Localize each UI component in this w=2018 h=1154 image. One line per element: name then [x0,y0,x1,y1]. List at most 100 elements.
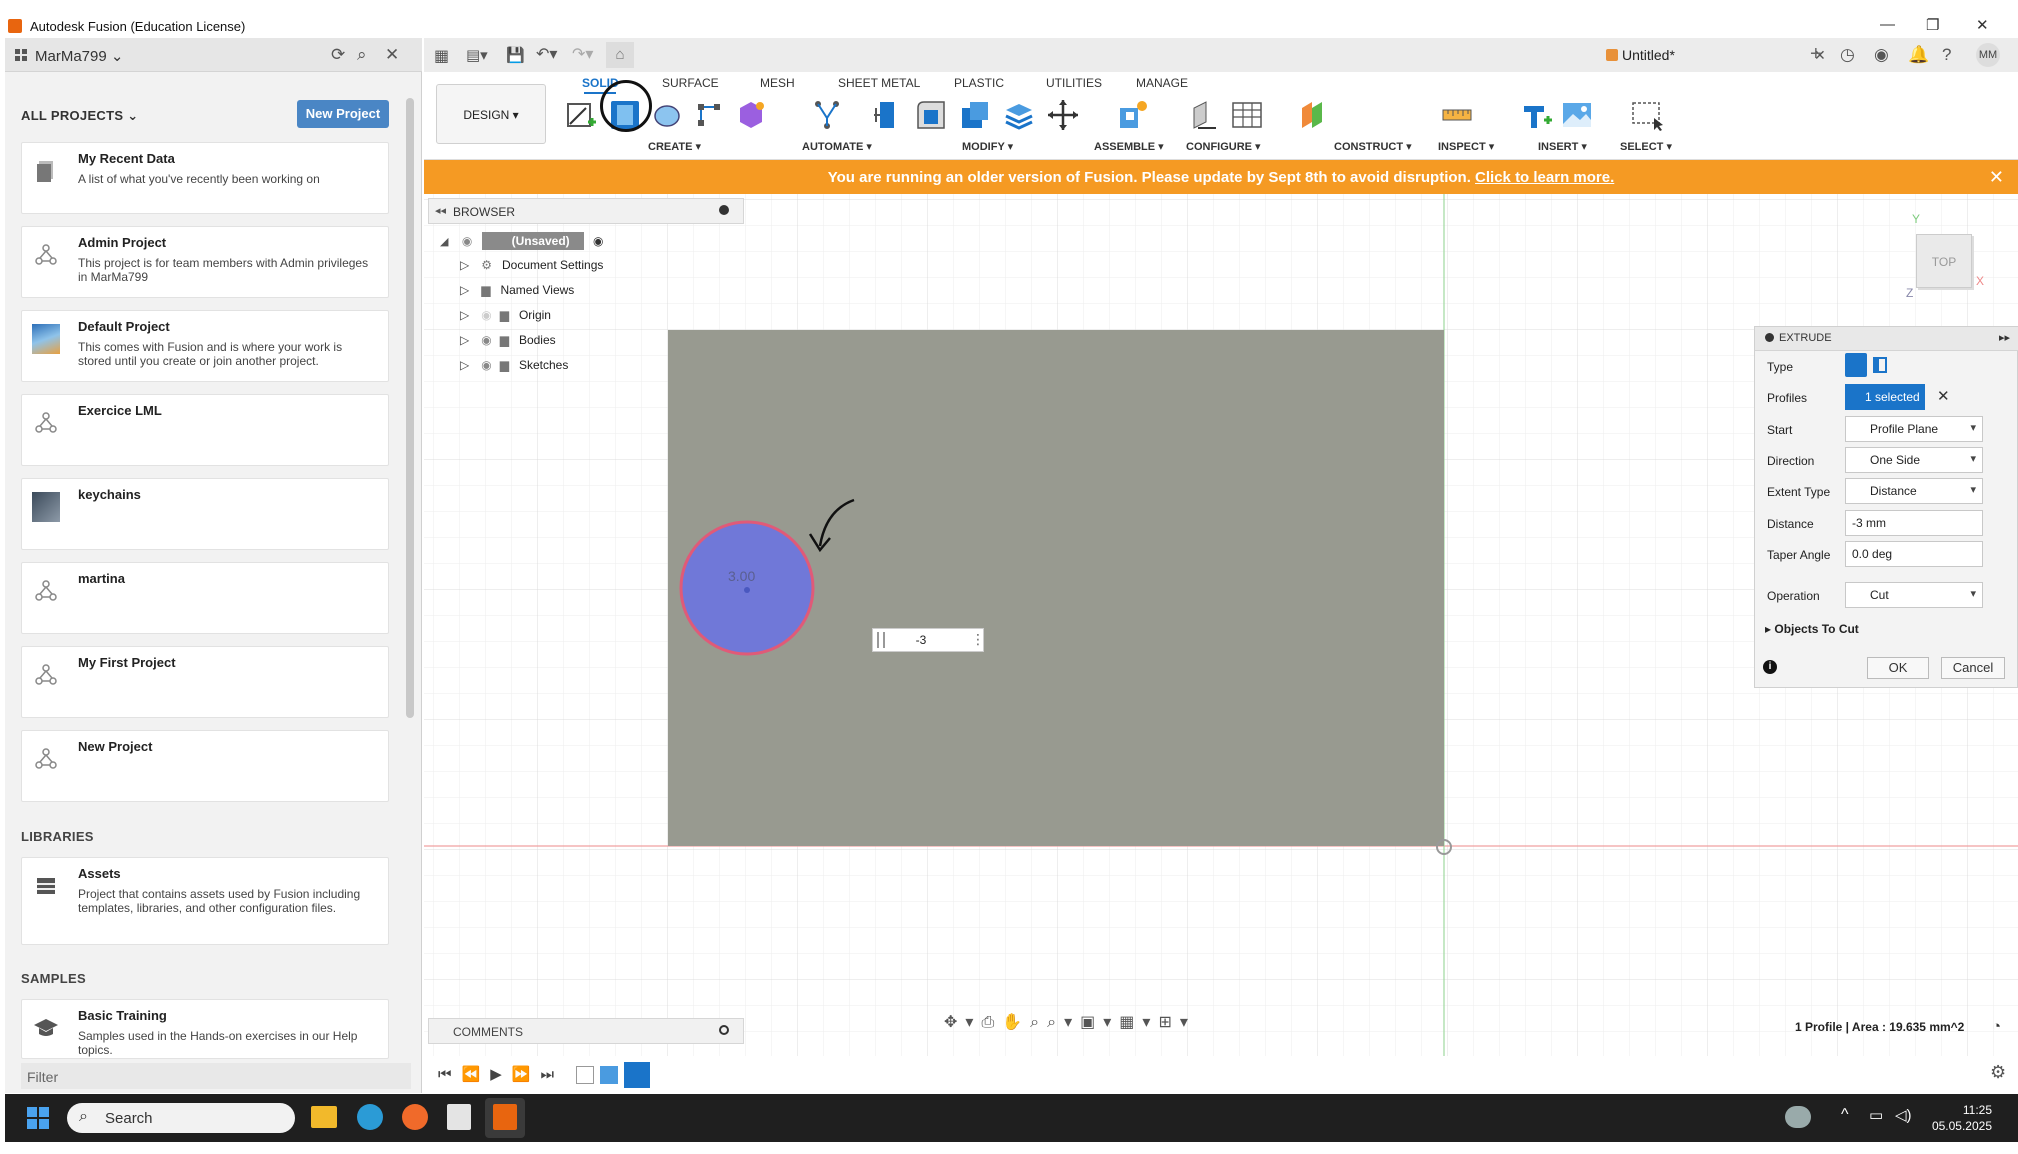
measure-icon[interactable] [1440,98,1474,132]
search-icon[interactable]: ⌕ [357,45,367,65]
browser-pin-icon[interactable] [719,205,729,215]
project-card[interactable]: keychains [21,478,389,550]
browser-item[interactable]: ▷ ⚙ Document Settings [460,258,603,272]
modify-group-label[interactable]: MODIFY ▾ [962,140,1013,153]
data-panel-scrollbar[interactable] [406,98,414,718]
pan-icon[interactable]: ✋ [1002,1014,1030,1031]
browser-root-row[interactable]: ◢ ◉ (Unsaved) ◉ [440,232,603,250]
assemble-group-label[interactable]: ASSEMBLE ▾ [1094,140,1164,153]
extent-type-dropdown[interactable]: Distance [1845,478,1983,504]
pattern-icon[interactable] [692,98,726,132]
type-thin-icon[interactable] [1873,357,1887,373]
origin-point[interactable] [1436,839,1452,855]
insert-group-label[interactable]: INSERT ▾ [1538,140,1587,153]
orbit-icon[interactable]: ✥▾ [944,1014,981,1031]
grid-menu-icon[interactable]: ▦ [434,46,449,66]
extensions-icon[interactable]: ◉ [1874,45,1889,65]
library-card-assets[interactable]: Assets Project that contains assets used… [21,857,389,945]
save-icon[interactable]: 💾 [506,46,525,64]
new-component-icon[interactable] [1116,98,1150,132]
browser-item[interactable]: ▷ ◉ ▆ Bodies [460,333,556,347]
start-dropdown[interactable]: Profile Plane [1845,416,1983,442]
project-card[interactable]: Exercice LML [21,394,389,466]
visibility-eye-icon[interactable]: ◉ [462,234,472,248]
combine-icon[interactable] [1002,98,1036,132]
automate-icon[interactable] [810,98,844,132]
dialog-pin-icon[interactable] [1765,333,1774,342]
refresh-icon[interactable]: ⟳ [331,45,345,65]
firefox-icon[interactable] [402,1104,428,1130]
configuration-table-icon[interactable] [1230,98,1264,132]
browser-item[interactable]: ▷ ▆ Named Views [460,283,574,297]
more-options-icon[interactable]: ⋮ [971,631,985,648]
restore-icon[interactable]: ❐ [1926,16,1939,34]
move-copy-icon[interactable] [1046,98,1080,132]
automate-group-label[interactable]: AUTOMATE ▾ [802,140,872,153]
user-hub-name[interactable]: MarMa799 ⌄ [35,47,123,65]
create-sketch-icon[interactable] [564,98,598,132]
minimize-icon[interactable]: — [1880,16,1895,33]
distance-field[interactable]: -3 mm [1845,510,1983,536]
project-card[interactable]: New Project [21,730,389,802]
select-group-label[interactable]: SELECT ▾ [1620,140,1672,153]
look-at-icon[interactable]: ⎙ [981,1014,1002,1031]
create-group-label[interactable]: CREATE ▾ [648,140,701,153]
next-step-icon[interactable]: ⏩ [512,1066,541,1083]
status-cursor-icon[interactable]: ◔ [1992,1018,2001,1035]
zoom-icon[interactable]: ⌕ [1030,1014,1047,1031]
last-step-icon[interactable]: ⏭ [540,1066,564,1083]
profiles-selection[interactable]: 1 selected [1845,384,1925,410]
project-card[interactable]: My Recent Data A list of what you've rece… [21,142,389,214]
taskbar-search[interactable]: ⌕ Search [67,1103,295,1133]
project-card[interactable]: Default Project This comes with Fusion an… [21,310,389,382]
tab-mesh[interactable]: MESH [760,76,795,90]
new-project-button[interactable]: New Project [297,100,389,128]
tab-sheet-metal[interactable]: SHEET METAL [838,76,920,90]
taper-angle-field[interactable]: 0.0 deg [1845,541,1983,567]
hub-icon[interactable] [15,49,27,61]
project-card[interactable]: martina [21,562,389,634]
tab-plastic[interactable]: PLASTIC [954,76,1004,90]
timeline-extrude-icon[interactable] [600,1066,618,1084]
all-projects-header[interactable]: ALL PROJECTS ⌄ [21,108,138,124]
expand-arrow-icon[interactable]: ▷ [460,283,469,297]
project-card[interactable]: My First Project [21,646,389,718]
press-pull-icon[interactable] [872,98,906,132]
expand-dialog-icon[interactable]: ▸▸ [1999,331,2010,344]
insert-canvas-icon[interactable] [1560,98,1594,132]
type-solid-icon[interactable] [1845,353,1867,377]
cancel-button[interactable]: Cancel [1941,657,2005,679]
fillet-icon[interactable] [914,98,948,132]
configure-group-label[interactable]: CONFIGURE ▾ [1186,140,1261,153]
browser-item[interactable]: ▷ ◉ ▆ Sketches [460,358,568,372]
active-component-icon[interactable]: ◉ [593,234,603,248]
circle-center-point[interactable] [744,587,750,593]
insert-derive-icon[interactable] [1518,98,1552,132]
banner-close-icon[interactable]: ✕ [1989,167,2004,188]
volume-icon[interactable]: ◁) [1895,1106,1912,1124]
operation-dropdown[interactable]: Cut [1845,582,1983,608]
distance-inline-input[interactable]: -3 ⋮ [872,628,985,652]
tab-utilities[interactable]: UTILITIES [1046,76,1102,90]
fusion-taskbar-slot[interactable] [485,1098,525,1138]
expand-arrow-icon[interactable]: ▷ [460,358,469,372]
document-tab[interactable]: Untitled* ✕ [1192,38,1832,72]
info-icon[interactable]: i [1763,660,1777,674]
visibility-eye-icon[interactable]: ◉ [481,308,491,322]
redo-icon[interactable]: ↷▾ [572,44,593,64]
clear-selection-icon[interactable]: ✕ [1937,387,1950,405]
workspace-switcher[interactable]: DESIGN ▾ [436,84,546,144]
file-explorer-icon[interactable] [311,1106,337,1128]
offset-plane-icon[interactable] [1296,98,1330,132]
project-card[interactable]: Admin Project This project is for team me… [21,226,389,298]
notifications-icon[interactable]: 🔔 [1908,45,1929,65]
collapse-browser-icon[interactable]: ◂◂ [435,204,446,217]
file-menu-icon[interactable]: ▤▾ [466,46,488,64]
expand-arrow-icon[interactable]: ▷ [460,333,469,347]
network-icon[interactable]: ▭ [1869,1106,1883,1124]
home-icon[interactable]: ⌂ [606,42,634,68]
expand-arrow-icon[interactable]: ▷ [460,258,469,272]
filter-input[interactable]: Filter [21,1063,411,1089]
grid-settings-icon[interactable]: ▦▾ [1119,1014,1158,1031]
visibility-eye-icon[interactable]: ◉ [481,358,491,372]
